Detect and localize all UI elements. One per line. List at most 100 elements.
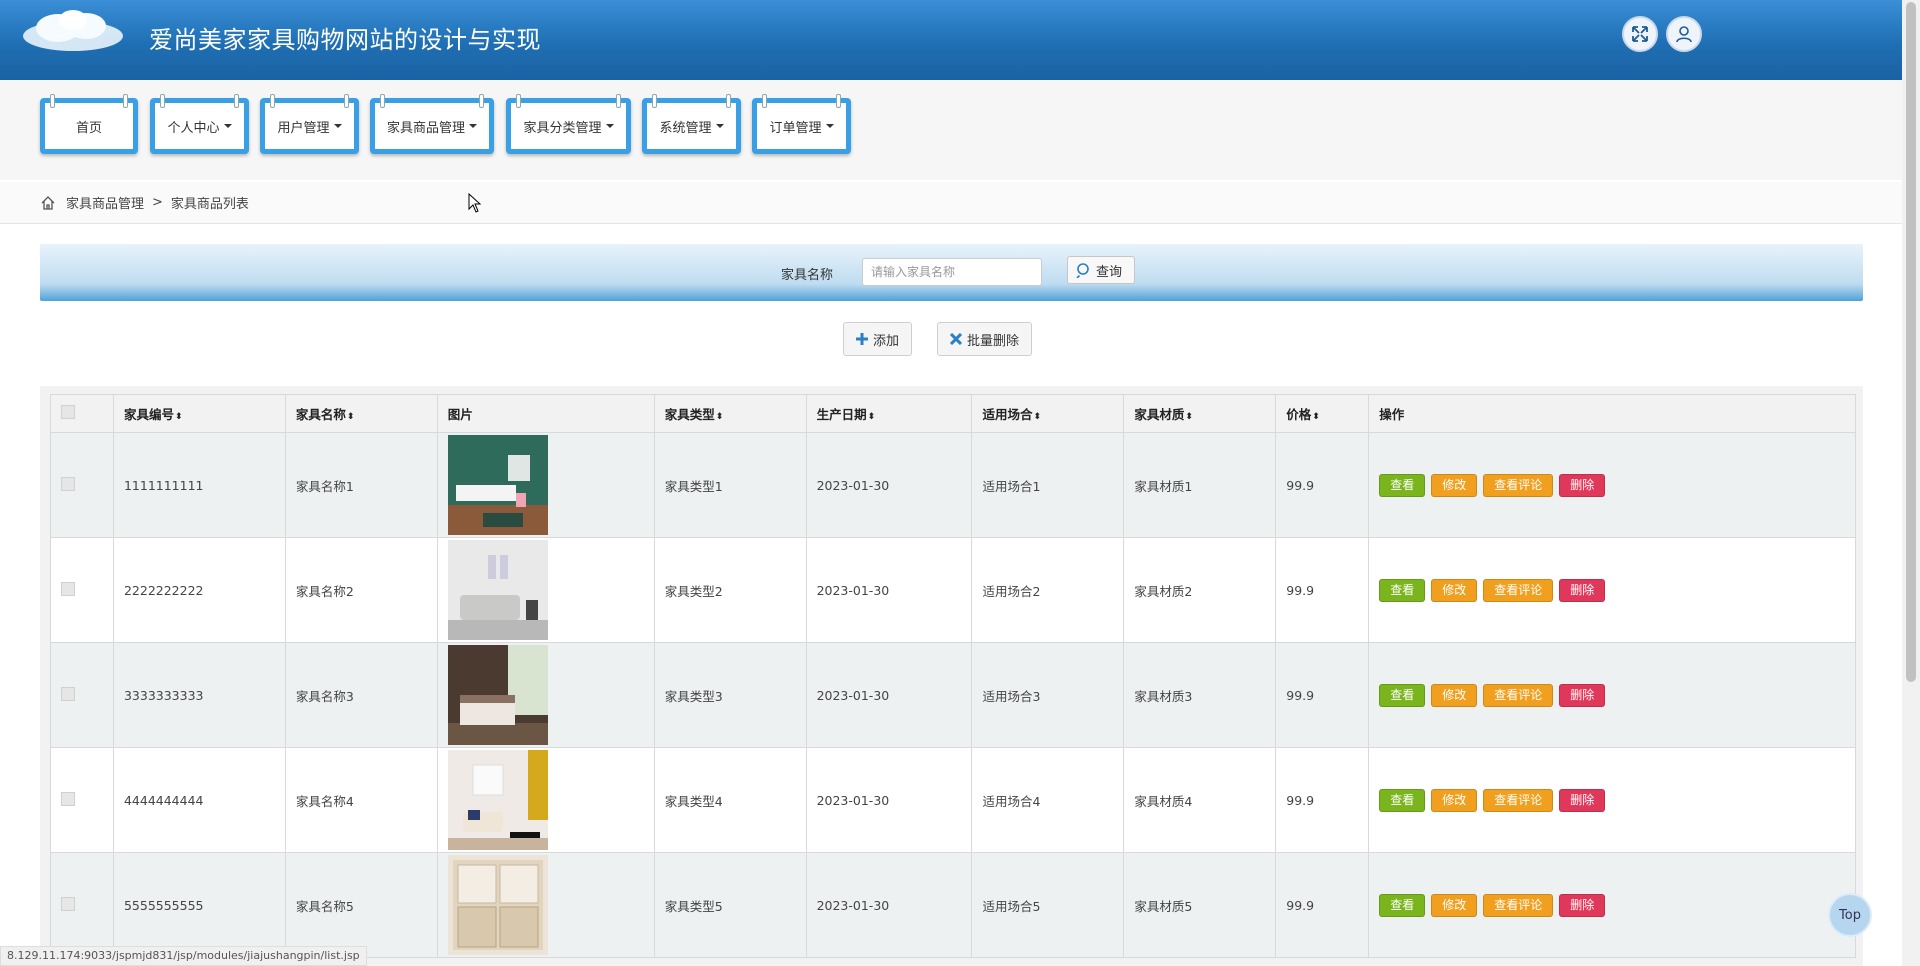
view-comments-button[interactable]: 查看评论 [1483, 473, 1554, 497]
nav-item-furniture-category[interactable]: 家具分类管理 [506, 94, 631, 154]
scrollbar-thumb[interactable] [1906, 2, 1916, 682]
cell-image [436, 432, 655, 538]
delete-button[interactable]: 删除 [1559, 893, 1606, 917]
cell-id: 1111111111 [112, 432, 286, 538]
row-checkbox[interactable] [61, 896, 75, 911]
column-header-type[interactable]: 家具类型⬍ [653, 394, 807, 433]
row-checkbox[interactable] [61, 476, 75, 491]
cell-ops: 查看 修改 查看评论 删除 [1368, 432, 1856, 538]
row-checkbox[interactable] [61, 581, 75, 596]
fullscreen-button[interactable] [1622, 16, 1658, 52]
cloud-logo-icon [23, 10, 123, 51]
cell-ops: 查看 修改 查看评论 删除 [1368, 537, 1856, 643]
cell-date: 2023-01-30 [805, 852, 973, 958]
sort-icon: ⬍ [715, 412, 724, 422]
select-all-checkbox[interactable] [61, 405, 75, 419]
home-icon[interactable] [40, 195, 56, 211]
cell-ops: 查看 修改 查看评论 删除 [1368, 852, 1856, 958]
furniture-image[interactable] [447, 540, 548, 640]
query-button[interactable]: 查询 [1067, 256, 1136, 284]
table-header-row: 家具编号⬍ 家具名称⬍ 图片 家具类型⬍ 生产日期⬍ 适用场合⬍ 家具材质⬍ 价… [50, 394, 1856, 433]
cell-ops: 查看 修改 查看评论 删除 [1368, 747, 1856, 853]
plus-icon [856, 333, 868, 345]
nav-item-user-management[interactable]: 用户管理 [260, 94, 359, 154]
delete-button[interactable]: 删除 [1559, 683, 1606, 707]
caret-down-icon [825, 124, 834, 128]
status-url: 8.129.11.174:9033/jspmjd831/jsp/modules/… [0, 946, 367, 966]
site-title: 爱尚美家家具购物网站的设计与实现 [149, 26, 541, 54]
cell-date: 2023-01-30 [805, 432, 973, 538]
nav-item-system[interactable]: 系统管理 [642, 94, 741, 154]
user-icon [1676, 26, 1692, 43]
column-header-name[interactable]: 家具名称⬍ [284, 394, 438, 433]
column-header-image: 图片 [436, 394, 655, 433]
cell-image [436, 747, 655, 853]
caret-down-icon [333, 124, 342, 128]
data-table-panel: 家具编号⬍ 家具名称⬍ 图片 家具类型⬍ 生产日期⬍ 适用场合⬍ 家具材质⬍ 价… [40, 386, 1863, 966]
table-row: 5555555555 家具名称5 家具类型5 2023-01-30 适用场合5 家具材质5… [50, 852, 1856, 958]
caret-down-icon [223, 124, 232, 128]
furniture-image[interactable] [447, 750, 548, 850]
furniture-image[interactable] [447, 435, 548, 535]
column-header-occasion[interactable]: 适用场合⬍ [971, 394, 1125, 433]
cell-price: 99.9 [1275, 747, 1370, 853]
nav-item-home[interactable]: 首页 [40, 94, 138, 154]
cell-price: 99.9 [1275, 537, 1370, 643]
add-button[interactable]: 添加 [843, 322, 913, 356]
back-to-top-button[interactable]: Top [1828, 893, 1872, 937]
delete-button[interactable]: 删除 [1559, 473, 1606, 497]
cell-price: 99.9 [1275, 432, 1370, 538]
column-header-id[interactable]: 家具编号⬍ [112, 394, 286, 433]
view-button[interactable]: 查看 [1379, 683, 1426, 707]
cell-id: 2222222222 [112, 537, 286, 643]
cell-occasion: 适用场合5 [971, 852, 1125, 958]
edit-button[interactable]: 修改 [1431, 893, 1478, 917]
cell-date: 2023-01-30 [805, 537, 973, 643]
vertical-scrollbar[interactable] [1902, 0, 1920, 966]
cell-name: 家具名称5 [284, 852, 438, 958]
edit-button[interactable]: 修改 [1431, 788, 1478, 812]
view-comments-button[interactable]: 查看评论 [1483, 683, 1554, 707]
nav-item-furniture-goods[interactable]: 家具商品管理 [370, 94, 494, 154]
view-comments-button[interactable]: 查看评论 [1483, 893, 1554, 917]
cell-date: 2023-01-30 [805, 642, 973, 748]
search-label: 家具名称 [781, 268, 834, 283]
row-checkbox[interactable] [61, 791, 75, 806]
view-button[interactable]: 查看 [1379, 473, 1426, 497]
view-comments-button[interactable]: 查看评论 [1483, 578, 1554, 602]
edit-button[interactable]: 修改 [1431, 683, 1478, 707]
user-button[interactable] [1666, 16, 1702, 52]
view-button[interactable]: 查看 [1379, 893, 1426, 917]
batch-delete-button[interactable]: 批量删除 [937, 322, 1033, 356]
edit-button[interactable]: 修改 [1431, 578, 1478, 602]
nav-item-personal-center[interactable]: 个人中心 [150, 94, 249, 154]
column-header-material[interactable]: 家具材质⬍ [1123, 394, 1277, 433]
cell-type: 家具类型2 [653, 537, 807, 643]
cell-type: 家具类型4 [653, 747, 807, 853]
view-button[interactable]: 查看 [1379, 788, 1426, 812]
edit-button[interactable]: 修改 [1431, 473, 1478, 497]
cell-material: 家具材质3 [1123, 642, 1277, 748]
breadcrumb-level1[interactable]: 家具商品管理 [66, 193, 144, 212]
column-header-date[interactable]: 生产日期⬍ [805, 394, 973, 433]
cell-type: 家具类型1 [653, 432, 807, 538]
delete-button[interactable]: 删除 [1559, 578, 1606, 602]
furniture-image[interactable] [447, 645, 548, 745]
cell-type: 家具类型5 [653, 852, 807, 958]
column-header-ops: 操作 [1368, 394, 1856, 433]
table-row: 3333333333 家具名称3 家具类型3 2023-01-30 适用场合3 家具材质3… [50, 642, 1856, 748]
row-select-cell [50, 432, 114, 538]
column-header-price[interactable]: 价格⬍ [1275, 394, 1370, 433]
view-button[interactable]: 查看 [1379, 578, 1426, 602]
delete-button[interactable]: 删除 [1559, 788, 1606, 812]
furniture-image[interactable] [447, 855, 548, 955]
view-comments-button[interactable]: 查看评论 [1483, 788, 1554, 812]
search-icon [1076, 263, 1089, 278]
sort-icon: ⬍ [867, 412, 876, 422]
cell-image [436, 642, 655, 748]
nav-item-orders[interactable]: 订单管理 [752, 94, 851, 154]
row-checkbox[interactable] [61, 686, 75, 701]
furniture-name-search-input[interactable] [862, 258, 1042, 286]
cell-material: 家具材质2 [1123, 537, 1277, 643]
main-nav: 首页 个人中心 用户管理 家具商品管理 家具分类管理 系统管理 订单管理 [0, 80, 1902, 180]
